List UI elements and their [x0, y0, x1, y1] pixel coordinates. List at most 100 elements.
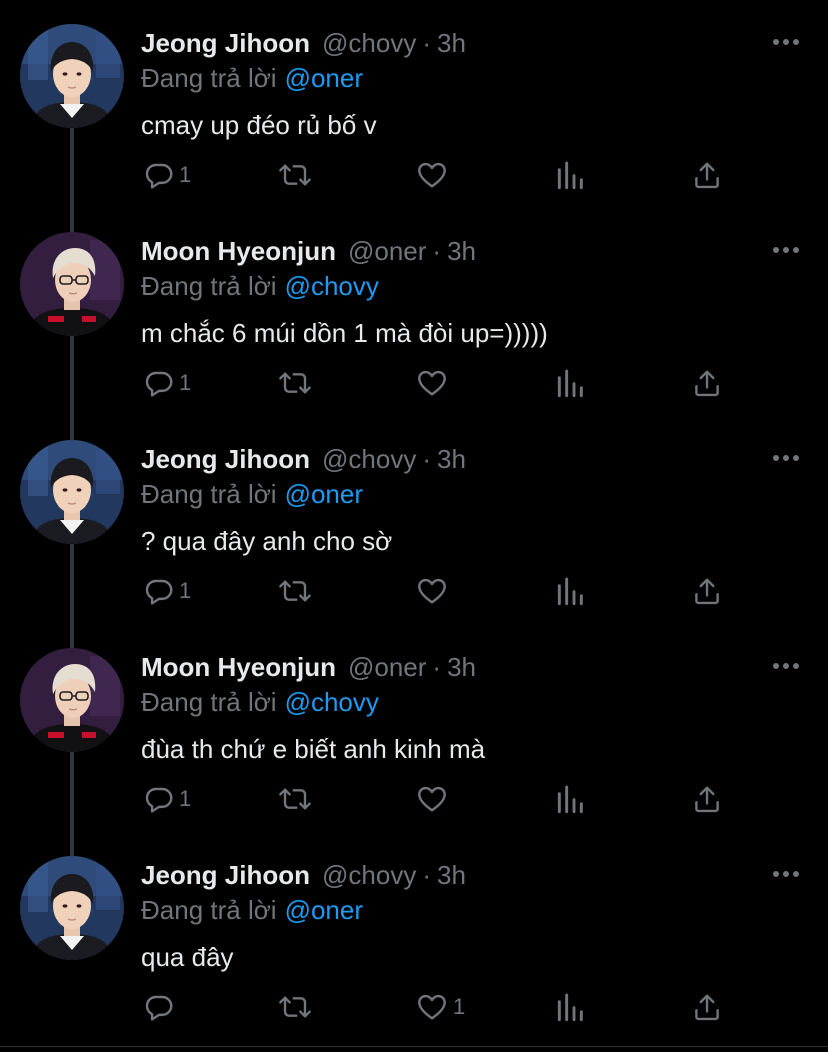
replying-to-label: Đang trả lời	[141, 479, 277, 509]
retweet-icon	[279, 580, 311, 602]
tweet-text: ? qua đây anh cho sờ	[141, 526, 393, 556]
reply-button[interactable]	[143, 990, 179, 1024]
separator-dot: ·	[432, 652, 442, 682]
reply-icon	[145, 787, 173, 813]
views-button[interactable]	[555, 782, 585, 816]
display-name[interactable]: Moon Hyeonjun	[141, 652, 336, 682]
reply-count: 1	[179, 578, 192, 603]
tweet-text: m chắc 6 múi dồn 1 mà đòi up=)))))	[141, 318, 548, 348]
separator-dot: ·	[432, 236, 442, 266]
tweet[interactable]: Jeong Jihoon @chovy · 3h Đang trả lời @oner …	[0, 416, 828, 654]
views-button[interactable]	[555, 158, 585, 192]
more-options-button[interactable]	[772, 34, 800, 50]
tweet-actions: 1	[0, 574, 828, 608]
replying-to-mention[interactable]: @oner	[285, 895, 363, 925]
tweet-header: Jeong Jihoon @chovy · 3h	[141, 442, 466, 476]
tweet-actions: 1	[0, 366, 828, 400]
reply-button[interactable]: 1	[143, 366, 191, 400]
more-options-button[interactable]	[772, 242, 800, 258]
tweet-actions: 1	[0, 782, 828, 816]
reply-count: 1	[179, 162, 192, 187]
display-name[interactable]: Jeong Jihoon	[141, 28, 310, 58]
share-button[interactable]	[692, 990, 722, 1024]
tweet[interactable]: Jeong Jihoon @chovy · 3h Đang trả lời @oner …	[0, 0, 828, 238]
timestamp[interactable]: 3h	[437, 444, 466, 474]
views-button[interactable]	[555, 366, 585, 400]
views-icon	[557, 369, 583, 398]
like-button[interactable]	[415, 158, 453, 192]
reply-icon	[145, 371, 173, 397]
replying-to-label: Đang trả lời	[141, 687, 277, 717]
like-button[interactable]	[415, 366, 453, 400]
tweet-header: Moon Hyeonjun @oner · 3h	[141, 234, 476, 268]
user-handle[interactable]: @chovy	[322, 28, 416, 58]
retweet-button[interactable]	[277, 574, 317, 608]
user-handle[interactable]: @oner	[348, 652, 426, 682]
heart-icon	[418, 578, 446, 604]
user-handle[interactable]: @chovy	[322, 860, 416, 890]
reply-button[interactable]: 1	[143, 158, 191, 192]
share-button[interactable]	[692, 158, 722, 192]
heart-icon	[418, 786, 446, 812]
share-button[interactable]	[692, 366, 722, 400]
avatar[interactable]	[20, 232, 124, 336]
oner-avatar	[20, 232, 124, 336]
timestamp[interactable]: 3h	[447, 236, 476, 266]
views-button[interactable]	[555, 990, 585, 1024]
more-options-button[interactable]	[772, 450, 800, 466]
reply-icon	[145, 163, 173, 189]
timestamp[interactable]: 3h	[437, 860, 466, 890]
share-button[interactable]	[692, 574, 722, 608]
more-options-button[interactable]	[772, 866, 800, 882]
heart-icon	[418, 370, 446, 396]
oner-avatar	[20, 648, 124, 752]
timestamp[interactable]: 3h	[437, 28, 466, 58]
tweet-header: Jeong Jihoon @chovy · 3h	[141, 26, 466, 60]
separator-dot: ·	[422, 28, 431, 58]
replying-to-mention[interactable]: @chovy	[285, 687, 379, 717]
replying-to: Đang trả lời @chovy	[141, 269, 379, 303]
avatar[interactable]	[20, 856, 124, 960]
more-horizontal-icon	[773, 39, 799, 45]
reply-button[interactable]: 1	[143, 574, 191, 608]
user-handle[interactable]: @oner	[348, 236, 426, 266]
timestamp[interactable]: 3h	[447, 652, 476, 682]
heart-icon	[418, 162, 446, 188]
retweet-button[interactable]	[277, 782, 317, 816]
retweet-button[interactable]	[277, 158, 317, 192]
like-button[interactable]	[415, 574, 453, 608]
retweet-button[interactable]	[277, 990, 317, 1024]
chovy-avatar	[20, 440, 124, 544]
avatar[interactable]	[20, 648, 124, 752]
display-name[interactable]: Moon Hyeonjun	[141, 236, 336, 266]
tweet-text: qua đây	[141, 942, 234, 972]
like-button[interactable]	[415, 782, 453, 816]
share-icon	[695, 162, 719, 189]
retweet-button[interactable]	[277, 366, 317, 400]
retweet-icon	[279, 372, 311, 394]
reply-count: 1	[179, 786, 192, 811]
share-button[interactable]	[692, 782, 722, 816]
more-options-button[interactable]	[772, 658, 800, 674]
tweet[interactable]: Moon Hyeonjun @oner · 3h Đang trả lời @chovy…	[0, 624, 828, 862]
more-horizontal-icon	[773, 663, 799, 669]
replying-to: Đang trả lời @chovy	[141, 685, 379, 719]
views-button[interactable]	[555, 574, 585, 608]
reply-button[interactable]: 1	[143, 782, 191, 816]
tweet[interactable]: Jeong Jihoon @chovy · 3h Đang trả lời @oner …	[0, 832, 828, 1040]
tweet[interactable]: Moon Hyeonjun @oner · 3h Đang trả lời @chovy…	[0, 208, 828, 446]
more-horizontal-icon	[773, 455, 799, 461]
replying-to-label: Đang trả lời	[141, 271, 277, 301]
like-button[interactable]: 1	[415, 990, 465, 1024]
tweet-thread: Jeong Jihoon @chovy · 3h Đang trả lời @oner …	[0, 0, 828, 1052]
avatar[interactable]	[20, 440, 124, 544]
replying-to-mention[interactable]: @oner	[285, 63, 363, 93]
replying-to-mention[interactable]: @chovy	[285, 271, 379, 301]
share-icon	[695, 786, 719, 813]
avatar[interactable]	[20, 24, 124, 128]
display-name[interactable]: Jeong Jihoon	[141, 860, 310, 890]
display-name[interactable]: Jeong Jihoon	[141, 444, 310, 474]
user-handle[interactable]: @chovy	[322, 444, 416, 474]
chovy-avatar	[20, 856, 124, 960]
replying-to-mention[interactable]: @oner	[285, 479, 363, 509]
